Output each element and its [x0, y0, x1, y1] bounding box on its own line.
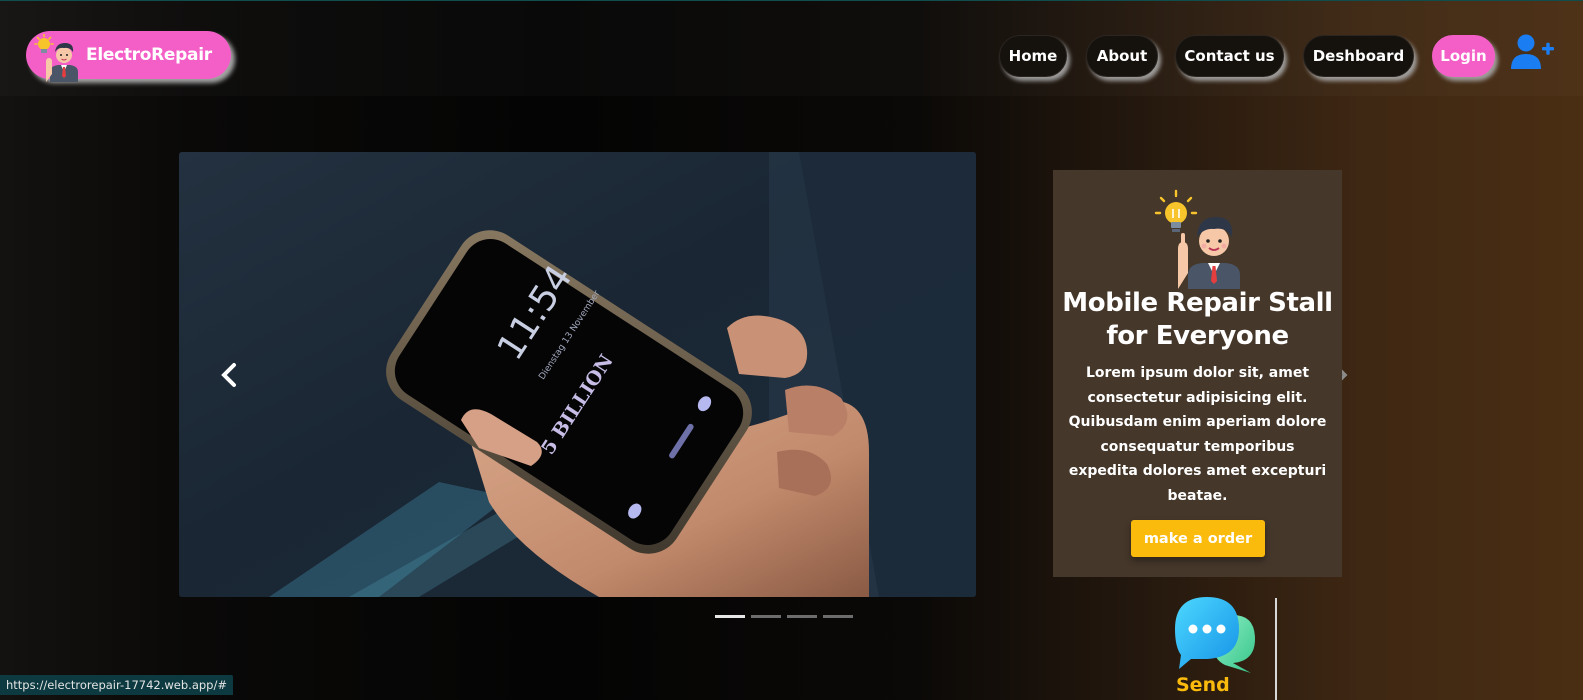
nav-contact-button[interactable]: Contact us	[1175, 35, 1284, 77]
card-description: Lorem ipsum dolor sit, amet consectetur …	[1068, 365, 1327, 504]
phone-in-hand-photo: 11:54 Dienstag 13 November 5 BILLION	[179, 152, 976, 597]
navbar: ElectroRepair Home About Contact us Desh…	[0, 0, 1583, 96]
make-order-button[interactable]: make a order	[1131, 520, 1265, 557]
hero-carousel: 11:54 Dienstag 13 November 5 BILLION	[179, 152, 976, 597]
carousel-indicator-1[interactable]	[715, 615, 745, 618]
login-button[interactable]: Login	[1432, 35, 1495, 77]
send-label[interactable]: Send	[1176, 674, 1230, 696]
brand-name: ElectroRepair	[86, 45, 212, 65]
chat-bubbles-icon[interactable]	[1173, 595, 1259, 675]
businessman-idea-logo-icon	[34, 34, 78, 82]
nav-dashboard-button[interactable]: Deshboard	[1303, 35, 1414, 77]
promo-card: Mobile Repair Stall for Everyone Lorem i…	[1053, 170, 1342, 577]
card-title: Mobile Repair Stall for Everyone	[1062, 288, 1333, 351]
nav-home-button[interactable]: Home	[999, 35, 1067, 77]
carousel-indicator-4[interactable]	[823, 615, 853, 618]
browser-status-url: https://electrorepair-17742.web.app/#	[0, 675, 233, 695]
brand-link[interactable]: ElectroRepair	[26, 31, 231, 82]
chevron-left-icon[interactable]	[218, 361, 242, 389]
carousel-indicator-2[interactable]	[751, 615, 781, 618]
carousel-indicator-3[interactable]	[787, 615, 817, 618]
carousel-indicators	[715, 615, 853, 618]
nav-about-button[interactable]: About	[1086, 35, 1158, 77]
vertical-divider	[1275, 598, 1277, 700]
user-plus-icon[interactable]	[1511, 34, 1555, 70]
businessman-idea-icon	[1154, 189, 1240, 289]
